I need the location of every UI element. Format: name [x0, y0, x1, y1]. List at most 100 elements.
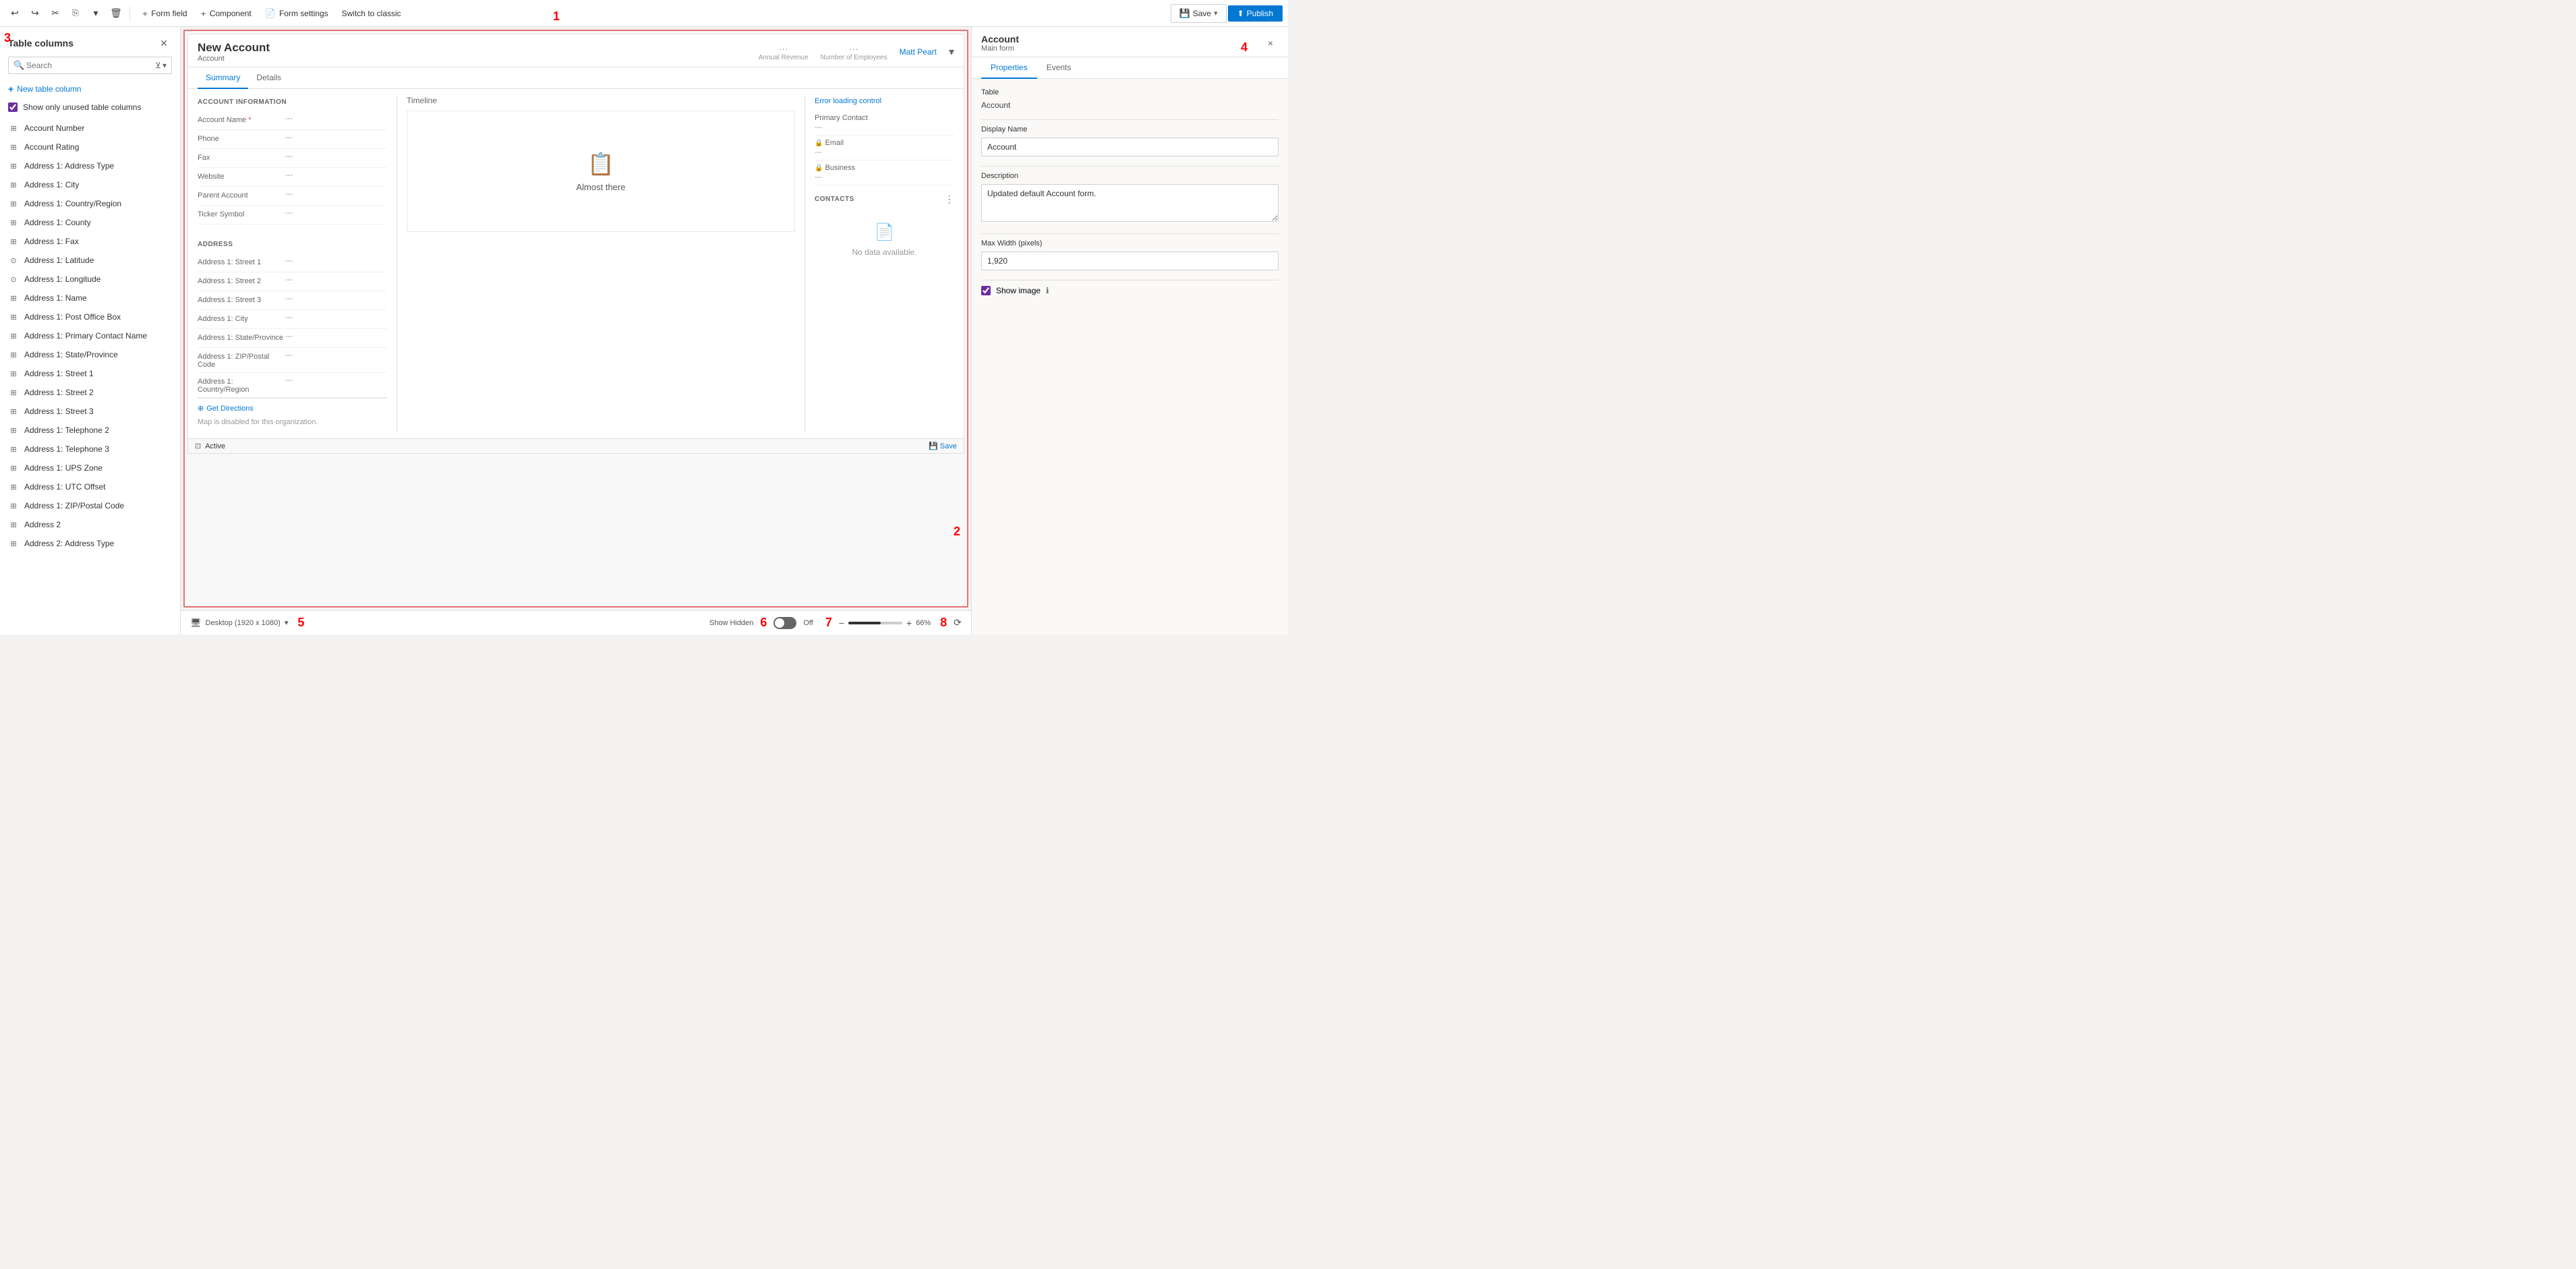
- column-item-address1_primarycontactname[interactable]: ⊞ Address 1: Primary Contact Name: [0, 326, 180, 345]
- description-textarea[interactable]: Updated default Account form.: [981, 184, 1279, 222]
- undo-button[interactable]: ↩: [5, 4, 24, 23]
- account-field: Parent Account ---: [198, 187, 387, 206]
- column-item-address1_addresstypecode[interactable]: ⊞ Address 1: Address Type: [0, 156, 180, 175]
- zoom-plus-button[interactable]: +: [906, 618, 912, 628]
- business-label: 🔒 Business: [815, 164, 954, 172]
- column-item-address1_name[interactable]: ⊞ Address 1: Name: [0, 289, 180, 307]
- form-bottom-bar: ⊡ Active 💾 Save: [188, 438, 964, 453]
- email-field: 🔒 Email ---: [815, 136, 954, 160]
- col-icon-address1_street3: ⊞: [8, 406, 19, 417]
- column-item-address2[interactable]: ⊞ Address 2: [0, 515, 180, 534]
- column-item-address1_county[interactable]: ⊞ Address 1: County: [0, 213, 180, 232]
- display-name-label: Display Name: [981, 125, 1279, 134]
- display-name-input[interactable]: [981, 138, 1279, 156]
- copy-button[interactable]: ⎘: [66, 4, 85, 23]
- column-item-address2_addresstype[interactable]: ⊞ Address 2: Address Type: [0, 534, 180, 553]
- column-item-address1_stateorprovince[interactable]: ⊞ Address 1: State/Province: [0, 345, 180, 364]
- max-width-input[interactable]: [981, 252, 1279, 270]
- field-value: ---: [285, 351, 387, 359]
- form-tabs: Summary Details: [188, 67, 964, 89]
- column-item-address1_upszone[interactable]: ⊞ Address 1: UPS Zone: [0, 459, 180, 477]
- num-employees-dots: ···: [821, 43, 887, 54]
- column-item-account_number[interactable]: ⊞ Account Number: [0, 119, 180, 138]
- tab-details[interactable]: Details: [248, 67, 289, 89]
- column-item-address1_street2[interactable]: ⊞ Address 1: Street 2: [0, 383, 180, 402]
- desktop-dropdown[interactable]: ▾: [285, 618, 289, 627]
- plus-icon-new-col: +: [8, 84, 13, 94]
- col-label-address1_telephone3: Address 1: Telephone 3: [24, 444, 109, 454]
- zoom-slider: − + 66%: [839, 618, 931, 628]
- info-icon[interactable]: ℹ: [1046, 286, 1049, 295]
- column-item-address1_postofficebox[interactable]: ⊞ Address 1: Post Office Box: [0, 307, 180, 326]
- switch-classic-button[interactable]: Switch to classic: [335, 6, 408, 21]
- paste-dropdown-button[interactable]: ▾: [86, 4, 105, 23]
- left-panel-close-button[interactable]: ✕: [156, 35, 172, 51]
- compass-icon: ⊕: [198, 404, 204, 413]
- filter-dropdown[interactable]: ⊻ ▾: [155, 61, 167, 70]
- tab-events[interactable]: Events: [1037, 57, 1081, 79]
- right-panel-close-button[interactable]: ×: [1262, 35, 1279, 51]
- primary-contact-field: Primary Contact ---: [815, 111, 954, 136]
- show-image-label[interactable]: Show image: [996, 286, 1041, 295]
- new-table-column-button[interactable]: + New table column: [0, 80, 180, 98]
- show-unused-label[interactable]: Show only unused table columns: [23, 102, 141, 112]
- error-loading-control[interactable]: Error loading control: [815, 97, 881, 105]
- right-panel-body: Table Account Display Name Description U…: [972, 79, 1288, 634]
- address-field: Address 1: ZIP/Postal Code ---: [198, 348, 387, 373]
- zoom-minus-button[interactable]: −: [839, 618, 844, 628]
- lock-icon-business: 🔒: [815, 165, 823, 172]
- column-item-address1_street3[interactable]: ⊞ Address 1: Street 3: [0, 402, 180, 421]
- form-header-chevron-down[interactable]: ▾: [949, 45, 954, 59]
- save-button[interactable]: 💾 Save ▾: [1171, 4, 1227, 23]
- form-save-button[interactable]: 💾 Save: [929, 442, 957, 450]
- column-item-address1_telephone3[interactable]: ⊞ Address 1: Telephone 3: [0, 440, 180, 459]
- column-item-address1_fax[interactable]: ⊞ Address 1: Fax: [0, 232, 180, 251]
- column-item-address1_longitude[interactable]: ⊙ Address 1: Longitude: [0, 270, 180, 289]
- column-item-address1_country[interactable]: ⊞ Address 1: Country/Region: [0, 194, 180, 213]
- search-input[interactable]: [8, 57, 172, 74]
- account-field: Fax ---: [198, 149, 387, 168]
- column-item-address1_latitude[interactable]: ⊙ Address 1: Latitude: [0, 251, 180, 270]
- toolbar-right: 💾 Save ▾ ⬆ Publish: [1171, 4, 1283, 23]
- col-icon-address1_street1: ⊞: [8, 368, 19, 379]
- owner-name[interactable]: Matt Peart: [900, 47, 937, 57]
- show-image-checkbox[interactable]: [981, 286, 991, 295]
- save-dropdown-icon[interactable]: ▾: [1214, 9, 1218, 18]
- zoom-percent: 66%: [916, 619, 931, 627]
- column-item-account_rating[interactable]: ⊞ Account Rating: [0, 138, 180, 156]
- column-item-address1_telephone2[interactable]: ⊞ Address 1: Telephone 2: [0, 421, 180, 440]
- right-panel-tabs: Properties Events: [972, 57, 1288, 79]
- get-directions-button[interactable]: ⊕ Get Directions: [198, 404, 254, 413]
- address-field: Address 1: State/Province ---: [198, 329, 387, 348]
- form-header-right: ··· Annual Revenue ··· Number of Employe…: [759, 43, 954, 61]
- form-field-button[interactable]: + Form field: [136, 5, 194, 22]
- redo-button[interactable]: ↪: [26, 4, 45, 23]
- tab-properties[interactable]: Properties: [981, 57, 1037, 79]
- column-item-address1_street1[interactable]: ⊞ Address 1: Street 1: [0, 364, 180, 383]
- form-settings-label: Form settings: [279, 9, 328, 18]
- label-2: 2: [954, 525, 960, 539]
- column-item-address1_city[interactable]: ⊞ Address 1: City: [0, 175, 180, 194]
- column-item-address1_postalcode[interactable]: ⊞ Address 1: ZIP/Postal Code: [0, 496, 180, 515]
- field-label: Account Name *: [198, 115, 285, 124]
- col-label-address1_city: Address 1: City: [24, 180, 79, 189]
- refresh-icon[interactable]: ⟳: [954, 617, 962, 628]
- show-unused-checkbox[interactable]: [8, 102, 18, 112]
- column-item-address1_utcoffset[interactable]: ⊞ Address 1: UTC Offset: [0, 477, 180, 496]
- col-icon-address1_county: ⊞: [8, 217, 19, 228]
- tab-summary[interactable]: Summary: [198, 67, 248, 89]
- contacts-more-button[interactable]: ⋮: [945, 194, 954, 205]
- col-label-address1_postalcode: Address 1: ZIP/Postal Code: [24, 501, 124, 510]
- component-button[interactable]: + Component: [194, 5, 258, 22]
- show-hidden-toggle[interactable]: [773, 617, 796, 629]
- publish-button[interactable]: ⬆ Publish: [1228, 5, 1283, 22]
- zoom-track[interactable]: [848, 622, 902, 624]
- toolbar-divider-1: [129, 7, 130, 20]
- cut-button[interactable]: ✂: [46, 4, 65, 23]
- col-icon-address1_fax: ⊞: [8, 236, 19, 247]
- business-value: ---: [815, 173, 954, 181]
- form-settings-button[interactable]: 📄 Form settings: [258, 5, 335, 22]
- field-label: Address 1: Street 1: [198, 257, 285, 266]
- almost-there-text: Almost there: [577, 182, 626, 192]
- delete-button[interactable]: 🗑: [107, 4, 125, 23]
